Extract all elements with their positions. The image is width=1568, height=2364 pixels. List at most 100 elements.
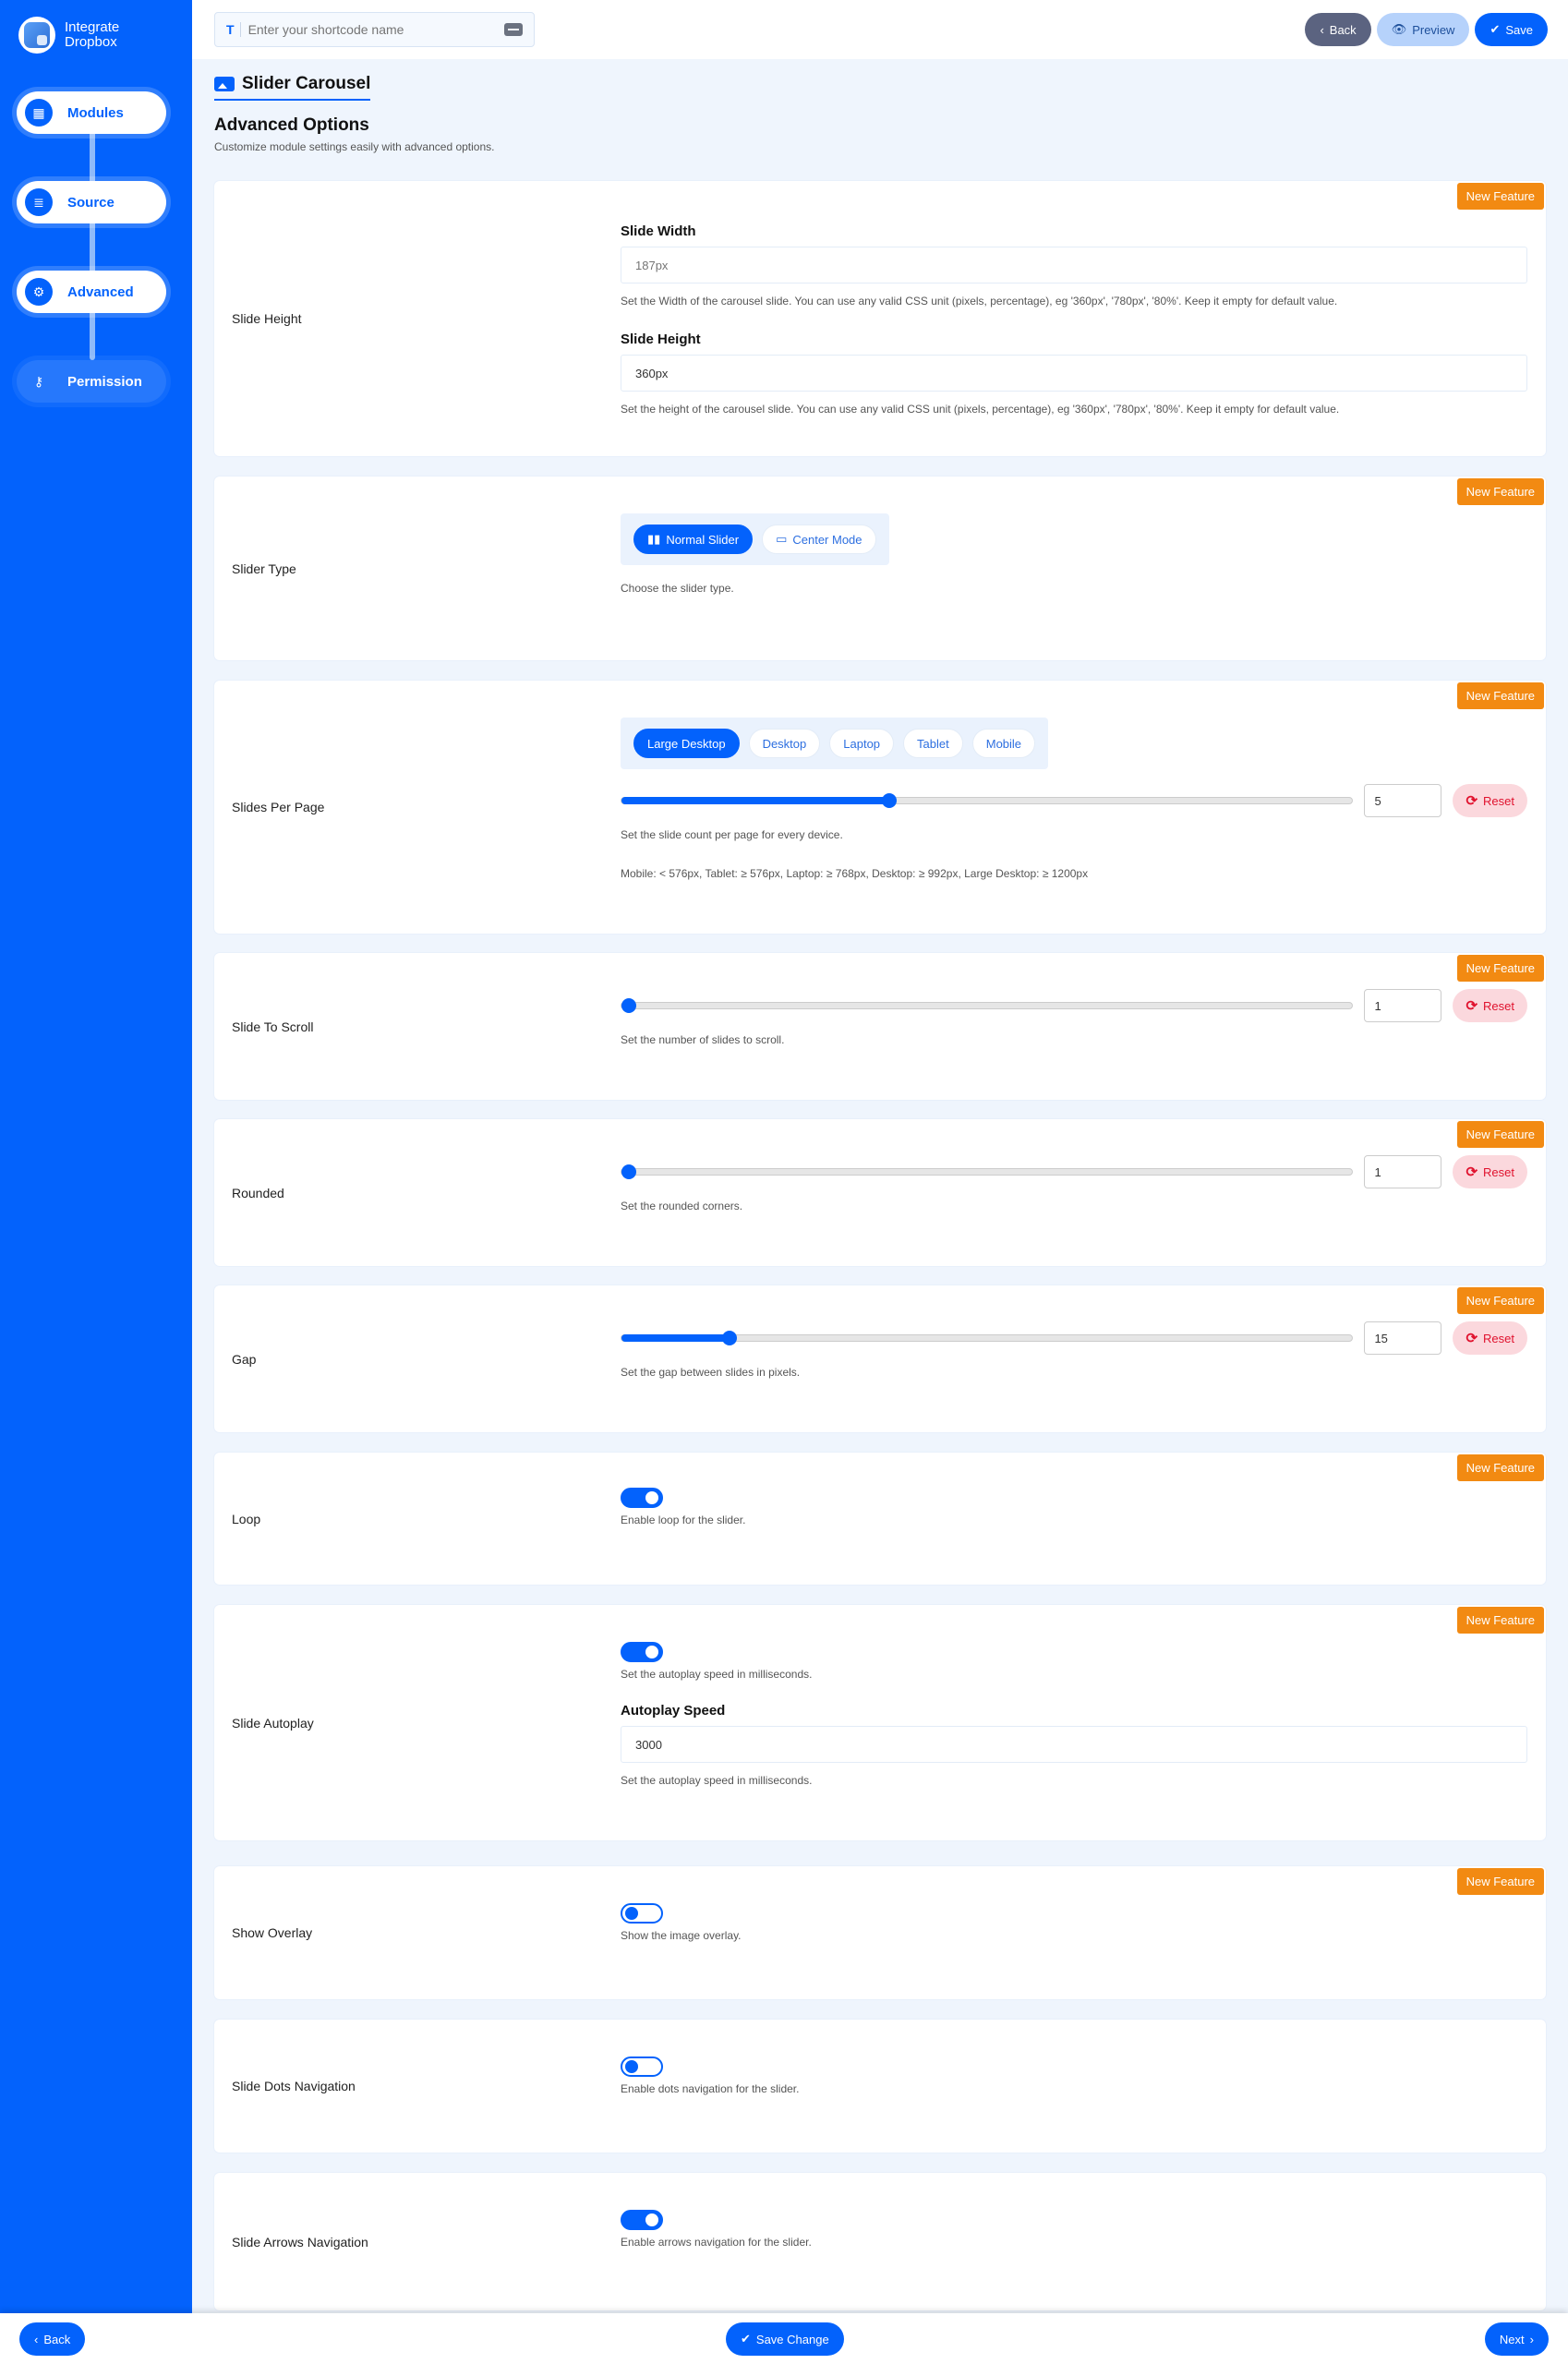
setting-label: Show Overlay (232, 1925, 313, 1940)
autoplay-speed-input[interactable] (621, 1726, 1527, 1763)
normal-slider-option[interactable]: ▮▮ Normal Slider (633, 525, 754, 554)
sidebar-item-modules[interactable]: ▦ Modules (17, 91, 166, 134)
sidebar-item-advanced[interactable]: ⚙ Advanced (17, 271, 166, 313)
sidebar: Integrate Dropbox ▦ Modules ≣ Source ⚙ A… (0, 0, 192, 2313)
tab-large-desktop[interactable]: Large Desktop (633, 729, 740, 758)
setting-label: Slider Type (232, 561, 296, 576)
eye-icon: 👁 (1391, 22, 1407, 36)
setting-card-show-overlay: New Feature Show Overlay Show the image … (214, 1866, 1546, 1999)
tab-laptop[interactable]: Laptop (829, 729, 895, 758)
slides-per-page-input[interactable] (1364, 784, 1442, 817)
reset-button[interactable]: ⟳ Reset (1453, 784, 1527, 817)
columns-icon: ▮▮ (647, 532, 661, 546)
reset-button[interactable]: ⟳ Reset (1453, 989, 1527, 1022)
check-icon: ✔ (741, 2332, 751, 2346)
rounded-slider[interactable] (621, 1164, 1354, 1179)
arrows-navigation-desc: Enable arrows navigation for the slider. (621, 2236, 812, 2249)
refresh-icon: ⟳ (1465, 1331, 1478, 1346)
slider-thumb[interactable] (882, 793, 898, 808)
slide-width-desc: Set the Width of the carousel slide. You… (621, 295, 1338, 308)
autoplay-speed-desc: Set the autoplay speed in milliseconds. (621, 1774, 813, 1787)
setting-label: Loop (232, 1511, 261, 1526)
setting-card-loop: New Feature Loop Enable loop for the sli… (214, 1453, 1546, 1585)
save-change-button[interactable]: ✔ Save Change (726, 2322, 844, 2356)
slides-per-page-desc: Set the slide count per page for every d… (621, 828, 843, 841)
save-button[interactable]: ✔ Save (1475, 13, 1548, 46)
preview-button[interactable]: 👁 Preview (1376, 13, 1470, 46)
sidebar-item-permission[interactable]: ⚷ Permission (17, 360, 166, 403)
top-bar: T ‹ Back 👁 Preview ✔ Save (192, 0, 1568, 59)
tab-mobile[interactable]: Mobile (971, 729, 1036, 758)
section-title: Advanced Options (214, 115, 369, 135)
tab-tablet[interactable]: Tablet (903, 729, 963, 758)
shortcode-name-input[interactable] (247, 22, 504, 37)
setting-card-dots-navigation: Slide Dots Navigation Enable dots naviga… (214, 2020, 1546, 2153)
text-type-icon: T (226, 22, 241, 37)
sidebar-item-label: Permission (67, 373, 142, 390)
brand-name-line1: Integrate (65, 19, 120, 35)
rounded-input[interactable] (1364, 1155, 1442, 1188)
slide-to-scroll-slider[interactable] (621, 998, 1354, 1013)
brand-name-line2: Dropbox (65, 34, 117, 50)
sidebar-item-label: Source (67, 194, 115, 211)
reset-button[interactable]: ⟳ Reset (1453, 1155, 1527, 1188)
arrows-navigation-toggle[interactable] (621, 2210, 663, 2230)
slider-thumb[interactable] (621, 998, 636, 1013)
new-feature-badge: New Feature (1456, 1454, 1544, 1481)
chevron-left-icon: ‹ (34, 2332, 39, 2346)
nav-progress-track (90, 129, 95, 360)
slide-to-scroll-input[interactable] (1364, 989, 1442, 1022)
setting-card-arrows-navigation: Slide Arrows Navigation Enable arrows na… (214, 2173, 1546, 2310)
tab-desktop[interactable]: Desktop (748, 729, 821, 758)
setting-label: Slides Per Page (232, 800, 325, 814)
check-icon: ✔ (1490, 22, 1501, 36)
setting-label: Slide Autoplay (232, 1715, 314, 1731)
slider-type-desc: Choose the slider type. (621, 582, 734, 595)
sidebar-item-label: Advanced (67, 283, 134, 300)
refresh-icon: ⟳ (1465, 1164, 1478, 1180)
overlay-desc: Show the image overlay. (621, 1929, 742, 1942)
setting-card-gap: New Feature Gap ⟳ Reset Set the gap betw… (214, 1285, 1546, 1432)
dropbox-logo-icon (18, 17, 55, 54)
rounded-desc: Set the rounded corners. (621, 1200, 743, 1212)
autoplay-desc: Set the autoplay speed in milliseconds. (621, 1668, 813, 1681)
autoplay-speed-label: Autoplay Speed (621, 1703, 726, 1719)
setting-label: Slide Arrows Navigation (232, 2234, 368, 2249)
sidebar-item-source[interactable]: ≣ Source (17, 181, 166, 223)
slide-height-input[interactable] (621, 355, 1527, 392)
slide-to-scroll-desc: Set the number of slides to scroll. (621, 1033, 785, 1046)
next-button[interactable]: Next › (1484, 2322, 1549, 2356)
new-feature-badge: New Feature (1456, 1121, 1544, 1148)
new-feature-badge: New Feature (1456, 955, 1544, 982)
new-feature-badge: New Feature (1456, 183, 1544, 210)
gap-slider[interactable] (621, 1331, 1354, 1345)
top-actions: ‹ Back 👁 Preview ✔ Save (1305, 13, 1548, 46)
setting-card-slide-height: New Feature Slide Height Slide Width Set… (214, 181, 1546, 456)
chevron-right-icon: › (1529, 2332, 1534, 2346)
slide-width-input[interactable] (621, 247, 1527, 283)
slider-thumb[interactable] (621, 1164, 636, 1179)
slide-height-desc: Set the height of the carousel slide. Yo… (621, 403, 1340, 416)
loop-toggle[interactable] (621, 1488, 663, 1508)
shortcode-name-field[interactable]: T (214, 12, 535, 47)
overlay-toggle[interactable] (621, 1903, 663, 1924)
gap-desc: Set the gap between slides in pixels. (621, 1366, 801, 1379)
reset-button[interactable]: ⟳ Reset (1453, 1321, 1527, 1355)
new-feature-badge: New Feature (1456, 1607, 1544, 1634)
center-mode-option[interactable]: ▭ Center Mode (762, 525, 876, 554)
dots-navigation-toggle[interactable] (621, 2056, 663, 2077)
grid-icon: ▦ (25, 99, 53, 127)
gap-input[interactable] (1364, 1321, 1442, 1355)
slides-per-page-slider[interactable] (621, 793, 1354, 808)
database-icon: ≣ (25, 188, 53, 216)
setting-card-slide-to-scroll: New Feature Slide To Scroll ⟳ Reset Set … (214, 953, 1546, 1100)
footer-back-button[interactable]: ‹ Back (19, 2322, 86, 2356)
new-feature-badge: New Feature (1456, 1868, 1544, 1895)
back-button[interactable]: ‹ Back (1305, 13, 1371, 46)
slider-type-selector: ▮▮ Normal Slider ▭ Center Mode (621, 513, 889, 565)
brand-logo: Integrate Dropbox (18, 17, 119, 54)
autoplay-toggle[interactable] (621, 1642, 663, 1662)
setting-label: Slide Height (232, 311, 302, 326)
slider-thumb[interactable] (722, 1331, 738, 1345)
setting-label: Rounded (232, 1185, 284, 1200)
